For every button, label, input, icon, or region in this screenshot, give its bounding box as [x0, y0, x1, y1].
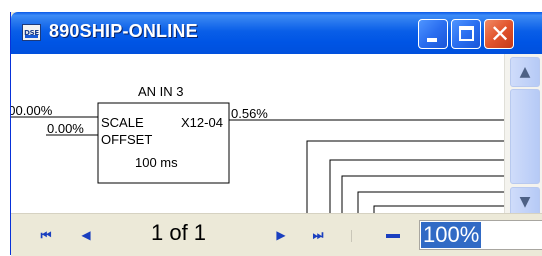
output-value: 0.56%	[231, 106, 268, 121]
connector-wire-5	[373, 205, 504, 213]
scroll-up-icon[interactable]: ▲	[510, 57, 540, 87]
first-page-icon[interactable]: ⏮	[35, 224, 57, 246]
scale-input-value: 100.00%	[11, 103, 53, 118]
block-title: AN IN 3	[138, 84, 184, 99]
diagram-canvas[interactable]: AN IN 3 100.00% 0.00% SCALE X12-04 OFFSE…	[11, 54, 504, 213]
next-page-icon[interactable]: ▶	[270, 224, 292, 246]
navigation-toolbar: ⏮ ◀ 1 of 1 ▶ ⏭ 100%	[11, 213, 542, 256]
zoom-out-icon[interactable]	[386, 234, 400, 238]
app-icon-bar	[25, 35, 38, 38]
title-bar[interactable]: DSE 890SHIP-ONLINE ✕	[11, 12, 542, 54]
terminal-label: X12-04	[181, 115, 223, 130]
scroll-thumb[interactable]	[510, 89, 540, 184]
application-window: DSE 890SHIP-ONLINE ✕ AN IN 3 100.00% 0.0…	[10, 12, 542, 256]
connector-wire-2	[329, 159, 504, 213]
function-block-diagram: AN IN 3 100.00% 0.00% SCALE X12-04 OFFSE…	[11, 84, 504, 213]
maximize-icon	[459, 26, 474, 41]
scale-label: SCALE	[101, 115, 144, 130]
prev-page-icon[interactable]: ◀	[75, 224, 97, 246]
close-button[interactable]: ✕	[484, 19, 514, 49]
vertical-scrollbar[interactable]: ▲ ▼	[504, 54, 542, 217]
close-icon: ✕	[489, 20, 511, 48]
connector-wire-3	[341, 175, 504, 213]
toolbar-separator	[351, 230, 352, 242]
app-icon[interactable]: DSE	[22, 24, 41, 41]
window-title: 890SHIP-ONLINE	[49, 21, 198, 41]
zoom-input[interactable]: 100%	[419, 220, 542, 250]
zoom-value: 100%	[421, 222, 482, 248]
offset-label: OFFSET	[101, 132, 152, 147]
page-indicator: 1 of 1	[151, 220, 207, 245]
maximize-button[interactable]	[451, 19, 481, 49]
minimize-button[interactable]	[418, 19, 448, 49]
minimize-icon	[427, 38, 437, 42]
last-page-icon[interactable]: ⏭	[307, 224, 329, 246]
connector-wire-4	[357, 191, 504, 213]
sample-time: 100 ms	[135, 155, 178, 170]
offset-input-value: 0.00%	[47, 121, 84, 136]
connector-wire-1	[306, 140, 504, 213]
